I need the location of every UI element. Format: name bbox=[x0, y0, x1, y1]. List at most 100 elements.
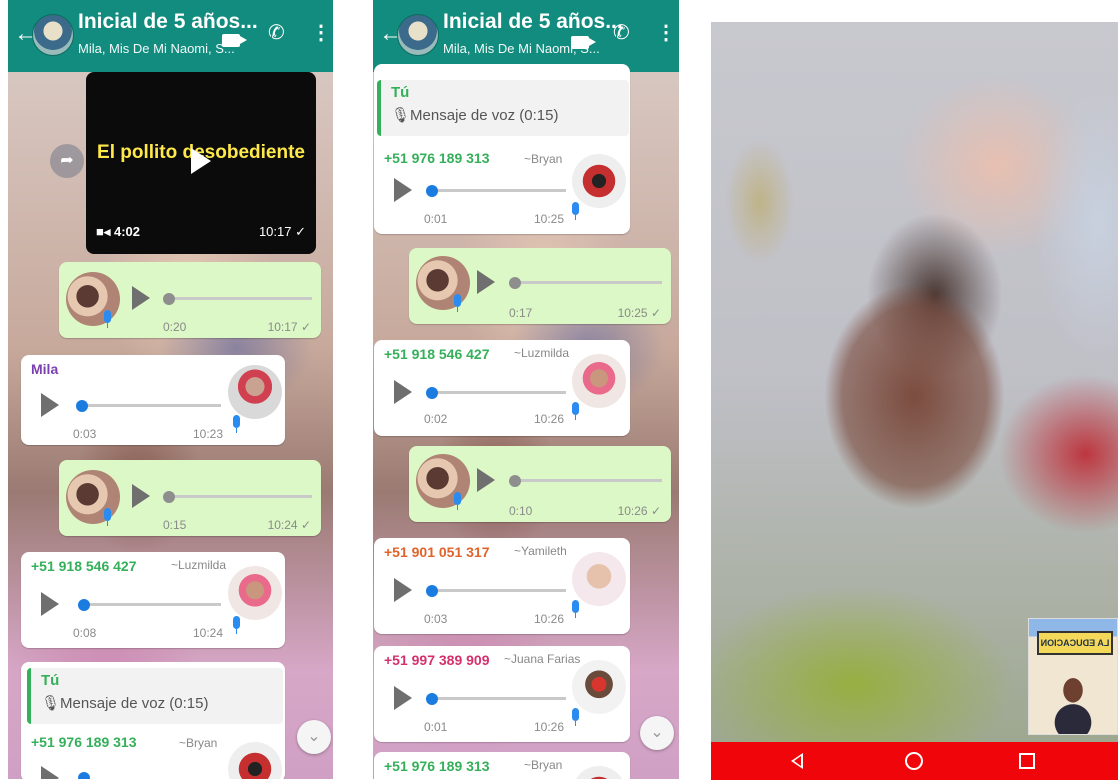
voice-message-in[interactable]: +51 901 051 317 ~Yamileth 0:03 10:26 bbox=[374, 538, 630, 634]
message-time: 10:23 bbox=[193, 427, 224, 441]
quoted-message[interactable]: Tú 🎙Mensaje de voz (0:15) bbox=[27, 668, 283, 724]
quoted-text: 🎙Mensaje de voz (0:15) bbox=[41, 695, 209, 712]
voice-progress-track[interactable] bbox=[434, 189, 566, 192]
scroll-down-icon[interactable]: ⌄ bbox=[297, 720, 331, 754]
voice-duration: 0:15 bbox=[163, 518, 187, 532]
sender-avatar bbox=[228, 742, 282, 779]
video-call-icon[interactable] bbox=[571, 32, 596, 54]
voice-progress-track[interactable] bbox=[166, 297, 312, 300]
voice-progress-knob[interactable] bbox=[509, 277, 521, 289]
chat-screen-middle: ← Inicial de 5 años... Mila, Mis De Mi N… bbox=[373, 0, 679, 779]
message-time: 10:24 ✓ bbox=[267, 518, 311, 532]
voice-progress-knob[interactable] bbox=[426, 585, 438, 597]
voice-progress-knob[interactable] bbox=[163, 491, 175, 503]
play-icon[interactable] bbox=[41, 766, 59, 779]
group-avatar[interactable] bbox=[32, 14, 74, 56]
sender-avatar bbox=[572, 154, 626, 208]
self-preview[interactable]: LA EDUCACION bbox=[1028, 618, 1118, 735]
phone-call-icon[interactable]: ✆ bbox=[268, 22, 285, 44]
play-icon[interactable] bbox=[394, 578, 412, 602]
voice-duration: 0:03 bbox=[424, 612, 448, 626]
voice-progress-knob[interactable] bbox=[78, 599, 90, 611]
voice-message-out[interactable]: 0:20 10:17 ✓ bbox=[59, 262, 321, 338]
voice-progress-track[interactable] bbox=[434, 391, 566, 394]
mic-icon bbox=[454, 492, 461, 510]
nav-recents-icon[interactable] bbox=[1019, 753, 1035, 769]
message-time: 10:24 bbox=[193, 626, 224, 640]
forward-icon[interactable]: ➦ bbox=[50, 144, 84, 178]
sender-avatar bbox=[416, 256, 470, 310]
play-icon[interactable] bbox=[191, 148, 211, 174]
sender-name[interactable]: +51 918 546 427 bbox=[31, 558, 137, 574]
nav-home-icon[interactable] bbox=[905, 752, 923, 770]
chat-header: ← Inicial de 5 años... Mila, Mis De Mi N… bbox=[373, 0, 679, 72]
play-icon[interactable] bbox=[132, 484, 150, 508]
quoted-message[interactable]: Tú 🎙Mensaje de voz (0:15) bbox=[377, 80, 629, 136]
scroll-down-icon[interactable]: ⌄ bbox=[640, 716, 674, 750]
nav-back-icon[interactable] bbox=[791, 753, 803, 769]
voice-progress-knob[interactable] bbox=[76, 400, 88, 412]
play-icon[interactable] bbox=[132, 286, 150, 310]
voice-message-in[interactable]: +51 918 546 427 ~Luzmilda 0:08 10:24 bbox=[21, 552, 285, 648]
voice-progress-knob[interactable] bbox=[163, 293, 175, 305]
sender-alias: ~Bryan bbox=[524, 758, 563, 772]
voice-message-out[interactable]: 0:15 10:24 ✓ bbox=[59, 460, 321, 536]
voice-message-out[interactable]: 0:17 10:25 ✓ bbox=[409, 248, 671, 324]
sender-alias: ~Bryan bbox=[524, 152, 563, 166]
voice-progress-track[interactable] bbox=[514, 479, 662, 482]
voice-progress-knob[interactable] bbox=[509, 475, 521, 487]
mic-icon bbox=[104, 508, 111, 526]
sender-name[interactable]: +51 976 189 313 bbox=[31, 734, 137, 750]
mic-icon bbox=[233, 415, 240, 433]
voice-progress-track[interactable] bbox=[81, 603, 221, 606]
sender-name[interactable]: +51 918 546 427 bbox=[384, 346, 490, 362]
mic-icon bbox=[572, 600, 579, 618]
voice-message-in[interactable]: +51 997 389 909 ~Juana Farias 0:01 10:26 bbox=[374, 646, 630, 742]
mic-icon bbox=[572, 202, 579, 220]
play-icon[interactable] bbox=[477, 468, 495, 492]
voice-progress-knob[interactable] bbox=[426, 693, 438, 705]
phone-call-icon[interactable]: ✆ bbox=[613, 22, 630, 44]
sender-name[interactable]: +51 997 389 909 bbox=[384, 652, 490, 668]
reply-message-in[interactable]: Tú 🎙Mensaje de voz (0:15) +51 976 189 31… bbox=[374, 64, 630, 234]
more-options-icon[interactable]: ⋮ bbox=[311, 22, 331, 44]
voice-progress-track[interactable] bbox=[81, 404, 221, 407]
sender-name[interactable]: +51 976 189 313 bbox=[384, 758, 490, 774]
voice-progress-track[interactable] bbox=[166, 495, 312, 498]
play-icon[interactable] bbox=[394, 178, 412, 202]
play-icon[interactable] bbox=[394, 380, 412, 404]
video-message[interactable]: El pollito desobediente ■◂ 4:02 10:17 ✓ bbox=[86, 72, 316, 254]
voice-progress-knob[interactable] bbox=[78, 772, 90, 779]
sender-alias: ~Luzmilda bbox=[514, 346, 570, 360]
voice-progress-knob[interactable] bbox=[426, 185, 438, 197]
play-icon[interactable] bbox=[41, 393, 59, 417]
sender-alias: ~Yamileth bbox=[514, 544, 567, 558]
voice-message-out[interactable]: 0:10 10:26 ✓ bbox=[409, 446, 671, 522]
voice-message-in[interactable]: +51 976 189 313 ~Bryan bbox=[374, 752, 630, 779]
sender-name[interactable]: +51 976 189 313 bbox=[384, 150, 490, 166]
play-icon[interactable] bbox=[41, 592, 59, 616]
more-options-icon[interactable]: ⋮ bbox=[656, 22, 676, 44]
voice-message-in[interactable]: +51 918 546 427 ~Luzmilda 0:02 10:26 bbox=[374, 340, 630, 436]
play-icon[interactable] bbox=[477, 270, 495, 294]
sender-name[interactable]: +51 901 051 317 bbox=[384, 544, 490, 560]
voice-progress-track[interactable] bbox=[514, 281, 662, 284]
message-time: 10:26 bbox=[534, 720, 565, 734]
voice-duration: 0:10 bbox=[509, 504, 533, 518]
group-members[interactable]: Mila, Mis De Mi Naomi, S... bbox=[78, 41, 235, 56]
voice-duration: 0:03 bbox=[73, 427, 97, 441]
play-icon[interactable] bbox=[394, 686, 412, 710]
voice-progress-track[interactable] bbox=[434, 697, 566, 700]
video-call-screen: LA EDUCACION bbox=[711, 22, 1118, 780]
group-avatar[interactable] bbox=[397, 14, 439, 56]
video-call-icon[interactable] bbox=[222, 30, 247, 52]
sender-alias: ~Bryan bbox=[179, 736, 218, 750]
reply-message-in[interactable]: Tú 🎙Mensaje de voz (0:15) +51 976 189 31… bbox=[21, 662, 285, 779]
sender-avatar bbox=[572, 552, 626, 606]
voice-message-in[interactable]: Mila 0:03 10:23 bbox=[21, 355, 285, 445]
voice-progress-knob[interactable] bbox=[426, 387, 438, 399]
group-title[interactable]: Inicial de 5 años... bbox=[443, 10, 623, 34]
voice-progress-track[interactable] bbox=[434, 589, 566, 592]
sender-name[interactable]: Mila bbox=[31, 361, 58, 377]
voice-duration: 0:02 bbox=[424, 412, 448, 426]
